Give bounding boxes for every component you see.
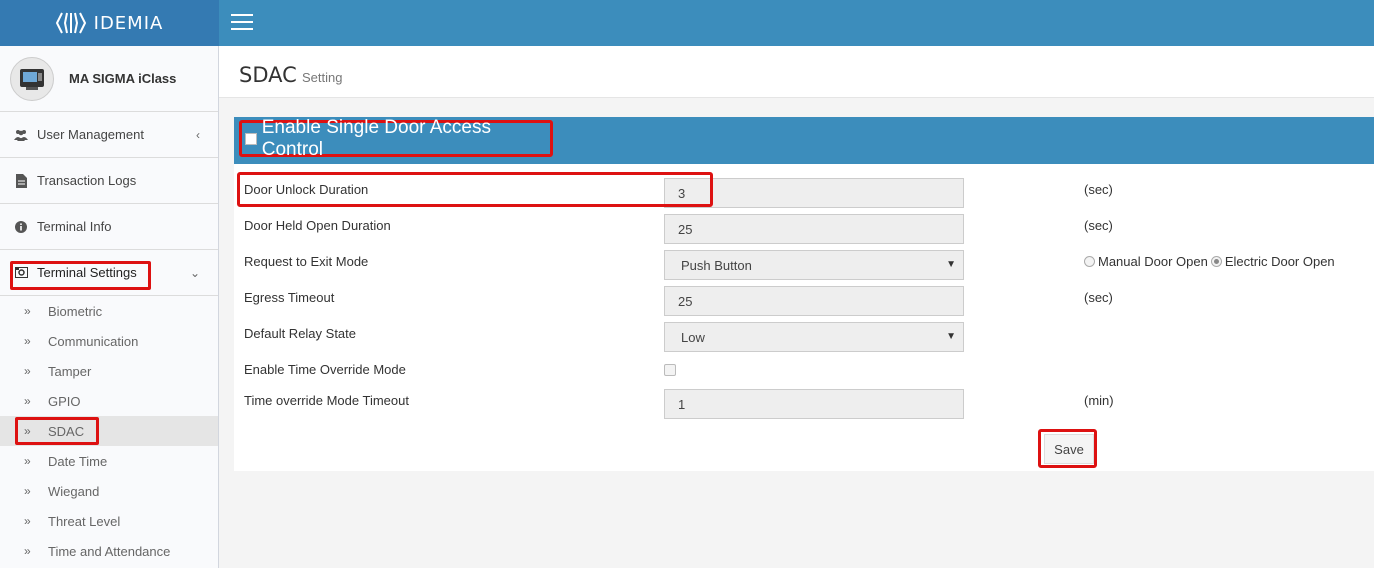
terminal-settings-submenu: » Biometric » Communication » Tamper » GPIO …: [0, 296, 218, 566]
row-time-override: Enable Time Override Mode: [234, 358, 1374, 390]
caret-down-icon: ▼: [946, 259, 956, 270]
submenu-item-threat-level[interactable]: » Threat Level: [0, 506, 218, 536]
select-value: Push Button: [681, 257, 752, 273]
submenu-label: Threat Level: [48, 513, 121, 529]
field-label: Door Held Open Duration: [244, 218, 391, 233]
settings-icon: [14, 266, 28, 280]
page-title: SDAC: [239, 63, 297, 87]
submenu-label: Communication: [48, 333, 139, 349]
file-icon: [14, 173, 28, 188]
sdac-settings-panel: Enable Single Door Access Control Door U…: [234, 117, 1374, 471]
idemia-logo-icon: [55, 11, 86, 35]
page-subtitle: Setting: [302, 70, 343, 85]
submenu-label: Tamper: [48, 363, 92, 379]
manual-door-open-radio[interactable]: [1084, 256, 1095, 267]
sidebar-item-transaction-logs[interactable]: Transaction Logs: [0, 158, 218, 204]
row-request-to-exit: Request to Exit Mode Push Button ▼ Manua…: [234, 250, 1374, 282]
top-navbar: [219, 0, 1374, 46]
row-default-relay: Default Relay State Low ▼: [234, 322, 1374, 354]
sidebar-item-terminal-info[interactable]: Terminal Info: [0, 204, 218, 250]
sidebar: MA SIGMA iClass User Management ‹ Transa…: [0, 46, 219, 568]
submenu-item-date-time[interactable]: » Date Time: [0, 446, 218, 476]
row-egress-timeout: Egress Timeout 25 (sec): [234, 286, 1374, 318]
brand-name: IDEMIA: [93, 12, 164, 34]
submenu-item-gpio[interactable]: » GPIO: [0, 386, 218, 416]
select-value: Low: [681, 329, 705, 345]
unit-label: (min): [1084, 393, 1114, 408]
door-held-open-duration-input[interactable]: 25: [664, 214, 964, 244]
row-door-held-open: Door Held Open Duration 25 (sec): [234, 214, 1374, 246]
users-icon: [14, 128, 28, 142]
sidebar-item-label: User Management: [37, 127, 144, 142]
chevron-down-icon: ⌄: [189, 265, 200, 280]
override-timeout-input[interactable]: 1: [664, 389, 964, 419]
device-name: MA SIGMA iClass: [69, 71, 177, 86]
submenu-label: Wiegand: [48, 483, 100, 499]
panel-header: Enable Single Door Access Control: [234, 117, 1374, 164]
enable-sdac-checkbox[interactable]: [245, 132, 257, 145]
egress-timeout-input[interactable]: 25: [664, 286, 964, 316]
submenu-item-wiegand[interactable]: » Wiegand: [0, 476, 218, 506]
double-chevron-icon: »: [24, 514, 31, 528]
device-panel: MA SIGMA iClass: [0, 46, 218, 112]
door-open-radio-group: Manual Door Open Electric Door Open: [1084, 254, 1335, 269]
sidebar-item-label: Terminal Settings: [37, 265, 137, 280]
double-chevron-icon: »: [24, 454, 31, 468]
row-door-unlock: Door Unlock Duration 3 (sec): [234, 178, 1374, 210]
content-header: SDAC Setting: [219, 46, 1374, 98]
unit-label: (sec): [1084, 218, 1113, 233]
double-chevron-icon: »: [24, 304, 31, 318]
double-chevron-icon: »: [24, 424, 31, 438]
info-icon: [14, 220, 28, 234]
field-label: Request to Exit Mode: [244, 254, 369, 269]
sidebar-item-terminal-settings[interactable]: Terminal Settings ⌄: [0, 250, 218, 296]
field-label: Door Unlock Duration: [244, 182, 369, 197]
row-override-timeout: Time override Mode Timeout 1 (min): [234, 389, 1374, 421]
field-label: Default Relay State: [244, 326, 357, 341]
enable-sdac-label: Enable Single Door Access Control: [261, 116, 491, 160]
field-label: Time override Mode Timeout: [244, 393, 409, 408]
submenu-item-communication[interactable]: » Communication: [0, 326, 218, 356]
default-relay-state-select[interactable]: Low ▼: [664, 322, 964, 352]
submenu-label: Date Time: [48, 453, 108, 469]
device-avatar: [10, 56, 54, 101]
radio-label: Manual Door Open: [1098, 254, 1208, 269]
electric-door-open-radio[interactable]: [1210, 256, 1222, 267]
submenu-label: Biometric: [48, 303, 103, 319]
sidebar-item-label: Transaction Logs: [37, 173, 137, 188]
submenu-label: SDAC: [48, 423, 85, 439]
double-chevron-icon: »: [24, 394, 31, 408]
time-override-checkbox[interactable]: [664, 364, 676, 376]
chevron-left-icon: ‹: [196, 127, 200, 142]
field-label: Egress Timeout: [244, 290, 335, 305]
enable-sdac-wrapper: Enable Single Door Access Control: [239, 117, 553, 160]
hamburger-menu-icon[interactable]: [231, 14, 253, 30]
request-to-exit-mode-select[interactable]: Push Button ▼: [664, 250, 964, 280]
field-label: Enable Time Override Mode: [244, 362, 406, 377]
submenu-item-tamper[interactable]: » Tamper: [0, 356, 218, 386]
double-chevron-icon: »: [24, 484, 31, 498]
double-chevron-icon: »: [24, 334, 31, 348]
sidebar-item-user-management[interactable]: User Management ‹: [0, 112, 218, 158]
unit-label: (sec): [1084, 290, 1113, 305]
submenu-item-time-attendance[interactable]: » Time and Attendance: [0, 536, 218, 566]
door-unlock-duration-input[interactable]: 3: [664, 178, 964, 208]
brand-logo: IDEMIA: [0, 0, 219, 46]
submenu-item-biometric[interactable]: » Biometric: [0, 296, 218, 326]
sidebar-item-label: Terminal Info: [37, 219, 112, 234]
unit-label: (sec): [1084, 182, 1113, 197]
radio-label: Electric Door Open: [1224, 254, 1335, 269]
submenu-item-sdac[interactable]: » SDAC: [0, 416, 218, 446]
save-button[interactable]: Save: [1044, 434, 1094, 464]
caret-down-icon: ▼: [946, 331, 956, 342]
double-chevron-icon: »: [24, 544, 31, 558]
double-chevron-icon: »: [24, 364, 31, 378]
submenu-label: Time and Attendance: [48, 543, 171, 559]
submenu-label: GPIO: [48, 393, 81, 409]
